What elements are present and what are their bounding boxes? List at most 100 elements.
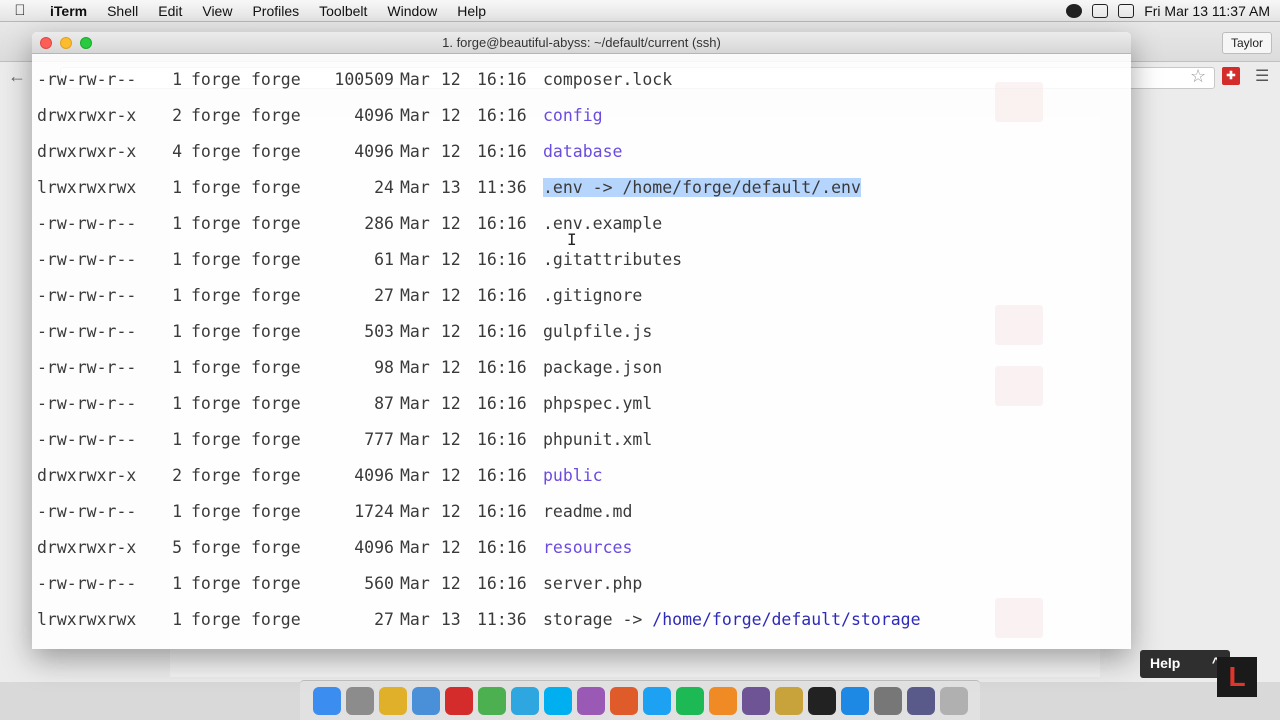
filename[interactable]: composer.lock xyxy=(543,70,672,89)
listing-row[interactable]: drwxrwxr-x 4 forge forge 4096 Mar 12 16:16 datab… xyxy=(32,136,1131,172)
browser-profile-button[interactable]: Taylor xyxy=(1221,32,1272,54)
filename[interactable]: package.json xyxy=(543,358,662,377)
spotify-icon[interactable] xyxy=(675,686,704,715)
listing-row[interactable]: -rw-rw-r-- 1 forge forge 560 Mar 12 16:16 server… xyxy=(32,568,1131,604)
app-store-icon[interactable] xyxy=(840,686,869,715)
filename[interactable]: resources xyxy=(543,538,632,557)
logo-icon[interactable]: L xyxy=(1217,657,1257,697)
menu-app-name[interactable]: iTerm xyxy=(40,3,97,19)
filename-cell[interactable]: database xyxy=(543,142,622,161)
listing-row[interactable]: drwxrwxr-x 5 forge forge 4096 Mar 12 16:16 resou… xyxy=(32,532,1131,568)
bookmark-star-icon[interactable]: ☆ xyxy=(1190,66,1206,87)
listing-row[interactable]: -rw-rw-r-- 1 forge forge 1724 Mar 12 16:16 readm… xyxy=(32,496,1131,532)
filename-cell[interactable]: public xyxy=(543,466,603,485)
filename[interactable]: .env.example xyxy=(543,214,662,233)
filename-cell[interactable]: composer.lock xyxy=(543,70,672,89)
listing-row[interactable]: drwxrwxr-x 2 forge forge 4096 Mar 12 16:16 publi… xyxy=(32,460,1131,496)
filename[interactable]: phpspec.yml xyxy=(543,394,652,413)
symlink-target[interactable]: /home/forge/default/.env xyxy=(623,178,861,197)
listing-row[interactable]: drwxrwxr-x 2 forge forge 4096 Mar 12 16:16 confi… xyxy=(32,100,1131,136)
sublime-text-icon[interactable] xyxy=(708,686,737,715)
listing-row[interactable]: -rw-rw-r-- 1 forge forge 87 Mar 12 16:16 phpspec… xyxy=(32,388,1131,424)
directory-listing[interactable]: -rw-rw-r-- 1 forge forge 100509 Mar 12 16:16 com… xyxy=(32,64,1131,640)
filename[interactable]: public xyxy=(543,466,603,485)
terminal-icon[interactable] xyxy=(807,686,836,715)
status-check-icon[interactable] xyxy=(1066,4,1083,18)
database-icon[interactable] xyxy=(774,686,803,715)
menu-help[interactable]: Help xyxy=(447,3,496,19)
filename-cell[interactable]: config xyxy=(543,106,603,125)
podcasts-icon[interactable] xyxy=(576,686,605,715)
filename[interactable]: .gitignore xyxy=(543,286,642,305)
menu-shell[interactable]: Shell xyxy=(97,3,148,19)
filename-cell[interactable]: readme.md xyxy=(543,502,632,521)
filename[interactable]: config xyxy=(543,106,603,125)
listing-row[interactable]: lrwxrwxrwx 1 forge forge 27 Mar 13 11:36 storage… xyxy=(32,604,1131,640)
filename-cell[interactable]: .gitignore xyxy=(543,286,642,305)
filename-cell[interactable]: storage -> /home/forge/default/storage xyxy=(543,610,921,629)
symlink-target[interactable]: /home/forge/default/storage xyxy=(652,610,920,629)
filename-cell[interactable]: server.php xyxy=(543,574,642,593)
filename-cell[interactable]: resources xyxy=(543,538,632,557)
time-cell: 16:16 xyxy=(477,106,527,125)
listing-row[interactable]: -rw-rw-r-- 1 forge forge 61 Mar 12 16:16 .gitatt… xyxy=(32,244,1131,280)
menu-edit[interactable]: Edit xyxy=(148,3,192,19)
pocket-icon[interactable] xyxy=(444,686,473,715)
filename-cell[interactable]: .env.example xyxy=(543,214,662,233)
menu-clock[interactable]: Fri Mar 13 11:37 AM xyxy=(1144,3,1270,19)
filename[interactable]: readme.md xyxy=(543,502,632,521)
imovie-icon[interactable] xyxy=(906,686,935,715)
menu-view[interactable]: View xyxy=(192,3,242,19)
filename-cell[interactable]: phpunit.xml xyxy=(543,430,652,449)
links-cell: 1 xyxy=(172,574,182,593)
permissions-cell: -rw-rw-r-- xyxy=(37,70,137,89)
terminal-window[interactable]: 1. forge@beautiful-abyss: ~/default/curr… xyxy=(32,32,1131,649)
listing-row[interactable]: -rw-rw-r-- 1 forge forge 777 Mar 12 16:16 phpuni… xyxy=(32,424,1131,460)
filename[interactable]: database xyxy=(543,142,622,161)
preview-icon[interactable] xyxy=(411,686,440,715)
chrome-icon[interactable] xyxy=(378,686,407,715)
filename[interactable]: phpunit.xml xyxy=(543,430,652,449)
apple-menu-icon[interactable]:  xyxy=(0,2,40,19)
browser-menu-icon[interactable]: ☰ xyxy=(1255,66,1269,86)
filename[interactable]: server.php xyxy=(543,574,642,593)
filename[interactable]: .gitattributes xyxy=(543,250,682,269)
filename[interactable]: .env xyxy=(543,178,583,197)
listing-row[interactable]: -rw-rw-r-- 1 forge forge 98 Mar 12 16:16 package… xyxy=(32,352,1131,388)
filename-cell[interactable]: package.json xyxy=(543,358,662,377)
filename[interactable]: gulpfile.js xyxy=(543,322,652,341)
listing-row[interactable]: -rw-rw-r-- 1 forge forge 27 Mar 12 16:16 .gitign… xyxy=(32,280,1131,316)
listing-row[interactable]: lrwxrwxrwx 1 forge forge 24 Mar 13 11:36 .env ->… xyxy=(32,172,1131,208)
filename-cell[interactable]: phpspec.yml xyxy=(543,394,652,413)
skype-icon[interactable] xyxy=(543,686,572,715)
date-cell: Mar 12 xyxy=(400,106,461,125)
listing-row[interactable]: -rw-rw-r-- 1 forge forge 100509 Mar 12 16:16 com… xyxy=(32,64,1131,100)
menu-window[interactable]: Window xyxy=(377,3,447,19)
menu-toolbelt[interactable]: Toolbelt xyxy=(309,3,377,19)
size-cell: 286 xyxy=(364,214,394,233)
listing-row[interactable]: -rw-rw-r-- 1 forge forge 286 Mar 12 16:16 .env.e… xyxy=(32,208,1131,244)
screen-record-icon[interactable] xyxy=(1092,4,1109,18)
owner-cell: forge xyxy=(191,142,241,161)
date-cell: Mar 12 xyxy=(400,466,461,485)
day-cell: 12 xyxy=(440,250,461,269)
menu-profiles[interactable]: Profiles xyxy=(242,3,309,19)
filename-cell[interactable]: .env -> /home/forge/default/.env xyxy=(543,178,861,197)
sublime-icon[interactable] xyxy=(609,686,638,715)
filename-cell[interactable]: gulpfile.js xyxy=(543,322,652,341)
launchpad-icon[interactable] xyxy=(345,686,374,715)
listing-row[interactable]: -rw-rw-r-- 1 forge forge 503 Mar 12 16:16 gulpfi… xyxy=(32,316,1131,352)
filename-cell[interactable]: .gitattributes xyxy=(543,250,682,269)
back-arrow-icon[interactable]: ← xyxy=(8,66,26,87)
terminal-titlebar[interactable]: 1. forge@beautiful-abyss: ~/default/curr… xyxy=(32,32,1131,54)
telegram-icon[interactable] xyxy=(510,686,539,715)
github-icon[interactable] xyxy=(741,686,770,715)
twitter-icon[interactable] xyxy=(642,686,671,715)
filename[interactable]: storage xyxy=(543,610,613,629)
adium-icon[interactable] xyxy=(477,686,506,715)
finder-icon[interactable] xyxy=(312,686,341,715)
system-preferences-icon[interactable] xyxy=(873,686,902,715)
volume-icon[interactable] xyxy=(1118,4,1135,18)
extension-icon[interactable]: ✚ xyxy=(1222,67,1240,85)
trash-icon[interactable] xyxy=(939,686,968,715)
